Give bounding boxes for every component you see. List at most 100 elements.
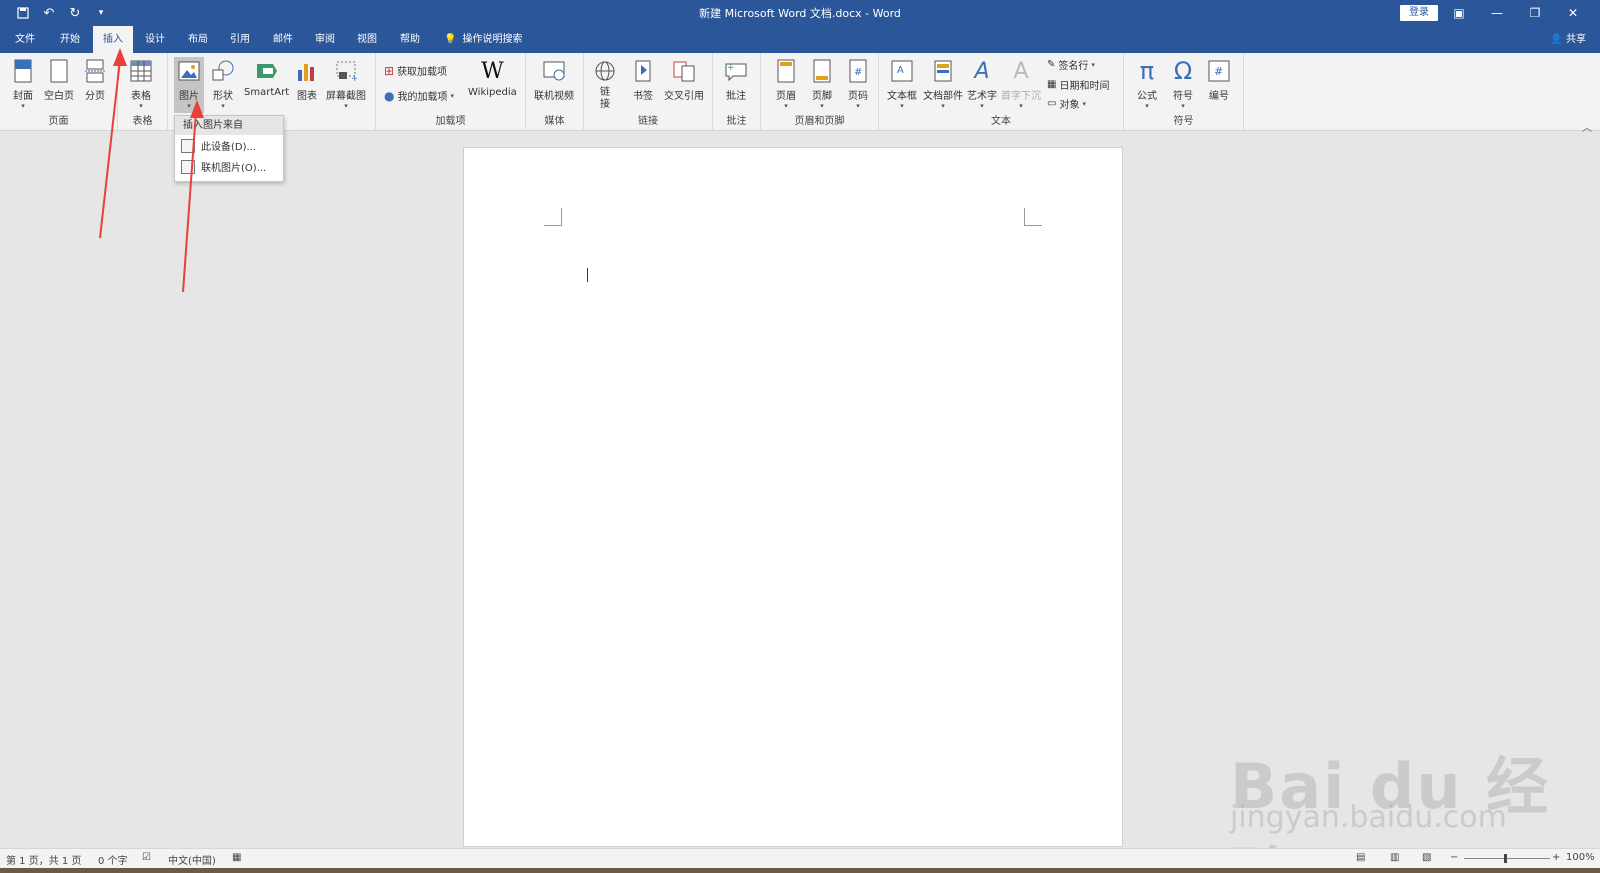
table-label: 表格 bbox=[131, 91, 151, 102]
omega-icon: Ω bbox=[1173, 57, 1193, 85]
group-header-footer-label: 页眉和页脚 bbox=[794, 116, 845, 127]
tab-review[interactable]: 审阅 bbox=[310, 26, 340, 53]
document-page[interactable] bbox=[463, 147, 1123, 847]
read-mode-icon[interactable]: ▤ bbox=[1356, 852, 1365, 863]
drop-cap-label: 首字下沉 bbox=[1001, 91, 1041, 102]
collapse-ribbon-icon[interactable]: ︿ bbox=[1582, 119, 1592, 134]
number-icon: # bbox=[1206, 57, 1232, 85]
zoom-slider-track[interactable] bbox=[1464, 858, 1550, 859]
tab-design[interactable]: 设计 bbox=[140, 26, 170, 53]
group-comments-label: 批注 bbox=[726, 116, 747, 127]
wikipedia-button[interactable]: W Wikipedia bbox=[468, 57, 517, 99]
word-count[interactable]: 0 个字 bbox=[98, 852, 128, 867]
screenshot-button[interactable]: + 屏幕截图 ▾ bbox=[326, 57, 366, 110]
new-comment-button[interactable]: + 批注 bbox=[723, 57, 749, 102]
group-media: 联机视频 媒体 bbox=[526, 53, 584, 131]
get-addins-button[interactable]: ⊞ 获取加载项 bbox=[384, 63, 447, 79]
picture-button[interactable]: 图片 ▾ bbox=[174, 57, 204, 113]
blank-page-button[interactable]: 空白页 bbox=[44, 57, 74, 102]
tab-home[interactable]: 开始 bbox=[55, 26, 85, 53]
cover-page-label: 封面 bbox=[13, 91, 33, 102]
tab-mailings[interactable]: 邮件 bbox=[268, 26, 298, 53]
minimize-icon[interactable]: — bbox=[1478, 0, 1516, 26]
tell-me-search[interactable]: 💡 操作说明搜索 bbox=[444, 26, 536, 53]
page-break-icon bbox=[82, 57, 108, 85]
bookmark-button[interactable]: 书签 bbox=[630, 57, 656, 102]
group-links-label: 链接 bbox=[638, 116, 658, 127]
signature-line-button[interactable]: ✎ 签名行 ▾ bbox=[1047, 57, 1095, 72]
date-time-button[interactable]: ▦ 日期和时间 bbox=[1047, 77, 1109, 92]
menu-item-online-pictures-label: 联机图片(O)... bbox=[201, 163, 267, 174]
svg-text:A: A bbox=[897, 65, 904, 76]
textbox-icon: A bbox=[889, 57, 915, 85]
restore-icon[interactable]: ❐ bbox=[1516, 0, 1554, 26]
wordart-icon: A bbox=[974, 58, 990, 84]
object-label: 对象 bbox=[1059, 100, 1080, 111]
share-button[interactable]: 👤 共享 bbox=[1550, 26, 1586, 53]
web-layout-icon[interactable]: ▧ bbox=[1422, 852, 1431, 863]
page-break-button[interactable]: 分页 bbox=[82, 57, 108, 102]
footer-label: 页脚 bbox=[812, 91, 832, 102]
tab-view[interactable]: 视图 bbox=[352, 26, 382, 53]
smartart-label: SmartArt bbox=[244, 87, 290, 98]
tab-references[interactable]: 引用 bbox=[225, 26, 255, 53]
drop-cap-button[interactable]: A 首字下沉 ▾ bbox=[1001, 57, 1041, 111]
menu-item-online-pictures[interactable]: 联机图片(O)... bbox=[175, 156, 283, 177]
page-number-icon: # bbox=[845, 57, 871, 85]
online-video-button[interactable]: 联机视频 bbox=[534, 57, 574, 102]
tab-insert[interactable]: 插入 bbox=[93, 26, 133, 53]
tab-layout[interactable]: 布局 bbox=[183, 26, 213, 53]
chart-button[interactable]: 图表 bbox=[294, 57, 320, 102]
globe-link-icon bbox=[592, 57, 618, 85]
tab-help[interactable]: 帮助 bbox=[395, 26, 425, 53]
comment-icon: + bbox=[723, 57, 749, 85]
shapes-label: 形状 bbox=[213, 91, 233, 102]
person-icon: 👤 bbox=[1550, 34, 1563, 45]
login-button[interactable]: 登录 bbox=[1400, 5, 1438, 21]
quick-parts-icon bbox=[930, 57, 956, 85]
shapes-button[interactable]: 形状 ▾ bbox=[210, 57, 236, 110]
zoom-level[interactable]: 100% bbox=[1566, 852, 1595, 863]
online-video-icon bbox=[541, 57, 567, 85]
ribbon-display-options-icon[interactable]: ▣ bbox=[1440, 0, 1478, 26]
object-button[interactable]: ▭ 对象 ▾ bbox=[1047, 96, 1086, 111]
picture-dropdown-menu: 插入图片来自 此设备(D)... 联机图片(O)... bbox=[174, 115, 284, 182]
wordart-button[interactable]: A 艺术字 ▾ bbox=[967, 57, 997, 111]
cross-reference-button[interactable]: 交叉引用 bbox=[664, 57, 704, 102]
print-layout-icon[interactable]: ▥ bbox=[1390, 852, 1399, 863]
group-media-label: 媒体 bbox=[544, 116, 565, 127]
smartart-button[interactable]: SmartArt bbox=[244, 57, 289, 98]
table-button[interactable]: 表格 ▾ bbox=[128, 57, 154, 110]
group-addins: ⊞ 获取加载项 ● 我的加载项 ▾ W Wikipedia 加载项 bbox=[376, 53, 526, 131]
bookmark-icon bbox=[630, 57, 656, 85]
footer-button[interactable]: 页脚 ▾ bbox=[809, 57, 835, 110]
page-number-label: 页码 bbox=[848, 91, 868, 102]
tab-file[interactable]: 文件 bbox=[10, 26, 40, 53]
zoom-slider-thumb[interactable] bbox=[1504, 854, 1507, 863]
menu-item-this-device[interactable]: 此设备(D)... bbox=[175, 135, 283, 156]
header-button[interactable]: 页眉 ▾ bbox=[773, 57, 799, 110]
quick-parts-button[interactable]: 文档部件 ▾ bbox=[923, 57, 963, 110]
symbol-button[interactable]: Ω 符号 ▾ bbox=[1170, 57, 1196, 110]
group-addins-label: 加载项 bbox=[435, 116, 466, 127]
zoom-in-icon[interactable]: + bbox=[1552, 852, 1560, 863]
my-addins-button[interactable]: ● 我的加载项 ▾ bbox=[384, 88, 454, 104]
page-count[interactable]: 第 1 页，共 1 页 bbox=[6, 852, 81, 867]
my-addins-label: 我的加载项 bbox=[397, 92, 448, 103]
number-button[interactable]: # 编号 bbox=[1206, 57, 1232, 102]
textbox-button[interactable]: A 文本框 ▾ bbox=[887, 57, 917, 110]
tell-me-label: 操作说明搜索 bbox=[462, 34, 523, 45]
link-button[interactable]: 链接 bbox=[592, 57, 618, 111]
page-number-button[interactable]: # 页码 ▾ bbox=[845, 57, 871, 110]
macro-icon[interactable]: ▦ bbox=[232, 852, 241, 863]
bookmark-label: 书签 bbox=[633, 91, 653, 102]
text-cursor bbox=[587, 268, 588, 282]
zoom-out-icon[interactable]: − bbox=[1450, 852, 1458, 863]
my-addins-icon: ● bbox=[384, 88, 395, 103]
language[interactable]: 中文(中国) bbox=[168, 852, 216, 867]
close-icon[interactable]: ✕ bbox=[1554, 0, 1592, 26]
equation-button[interactable]: π 公式 ▾ bbox=[1134, 57, 1160, 110]
proofing-icon[interactable]: ☑ bbox=[142, 852, 151, 863]
ribbon-tabs: 文件 开始 插入 设计 布局 引用 邮件 审阅 视图 帮助 💡 操作说明搜索 👤… bbox=[0, 26, 1600, 53]
cover-page-button[interactable]: 封面 ▾ bbox=[10, 57, 36, 110]
